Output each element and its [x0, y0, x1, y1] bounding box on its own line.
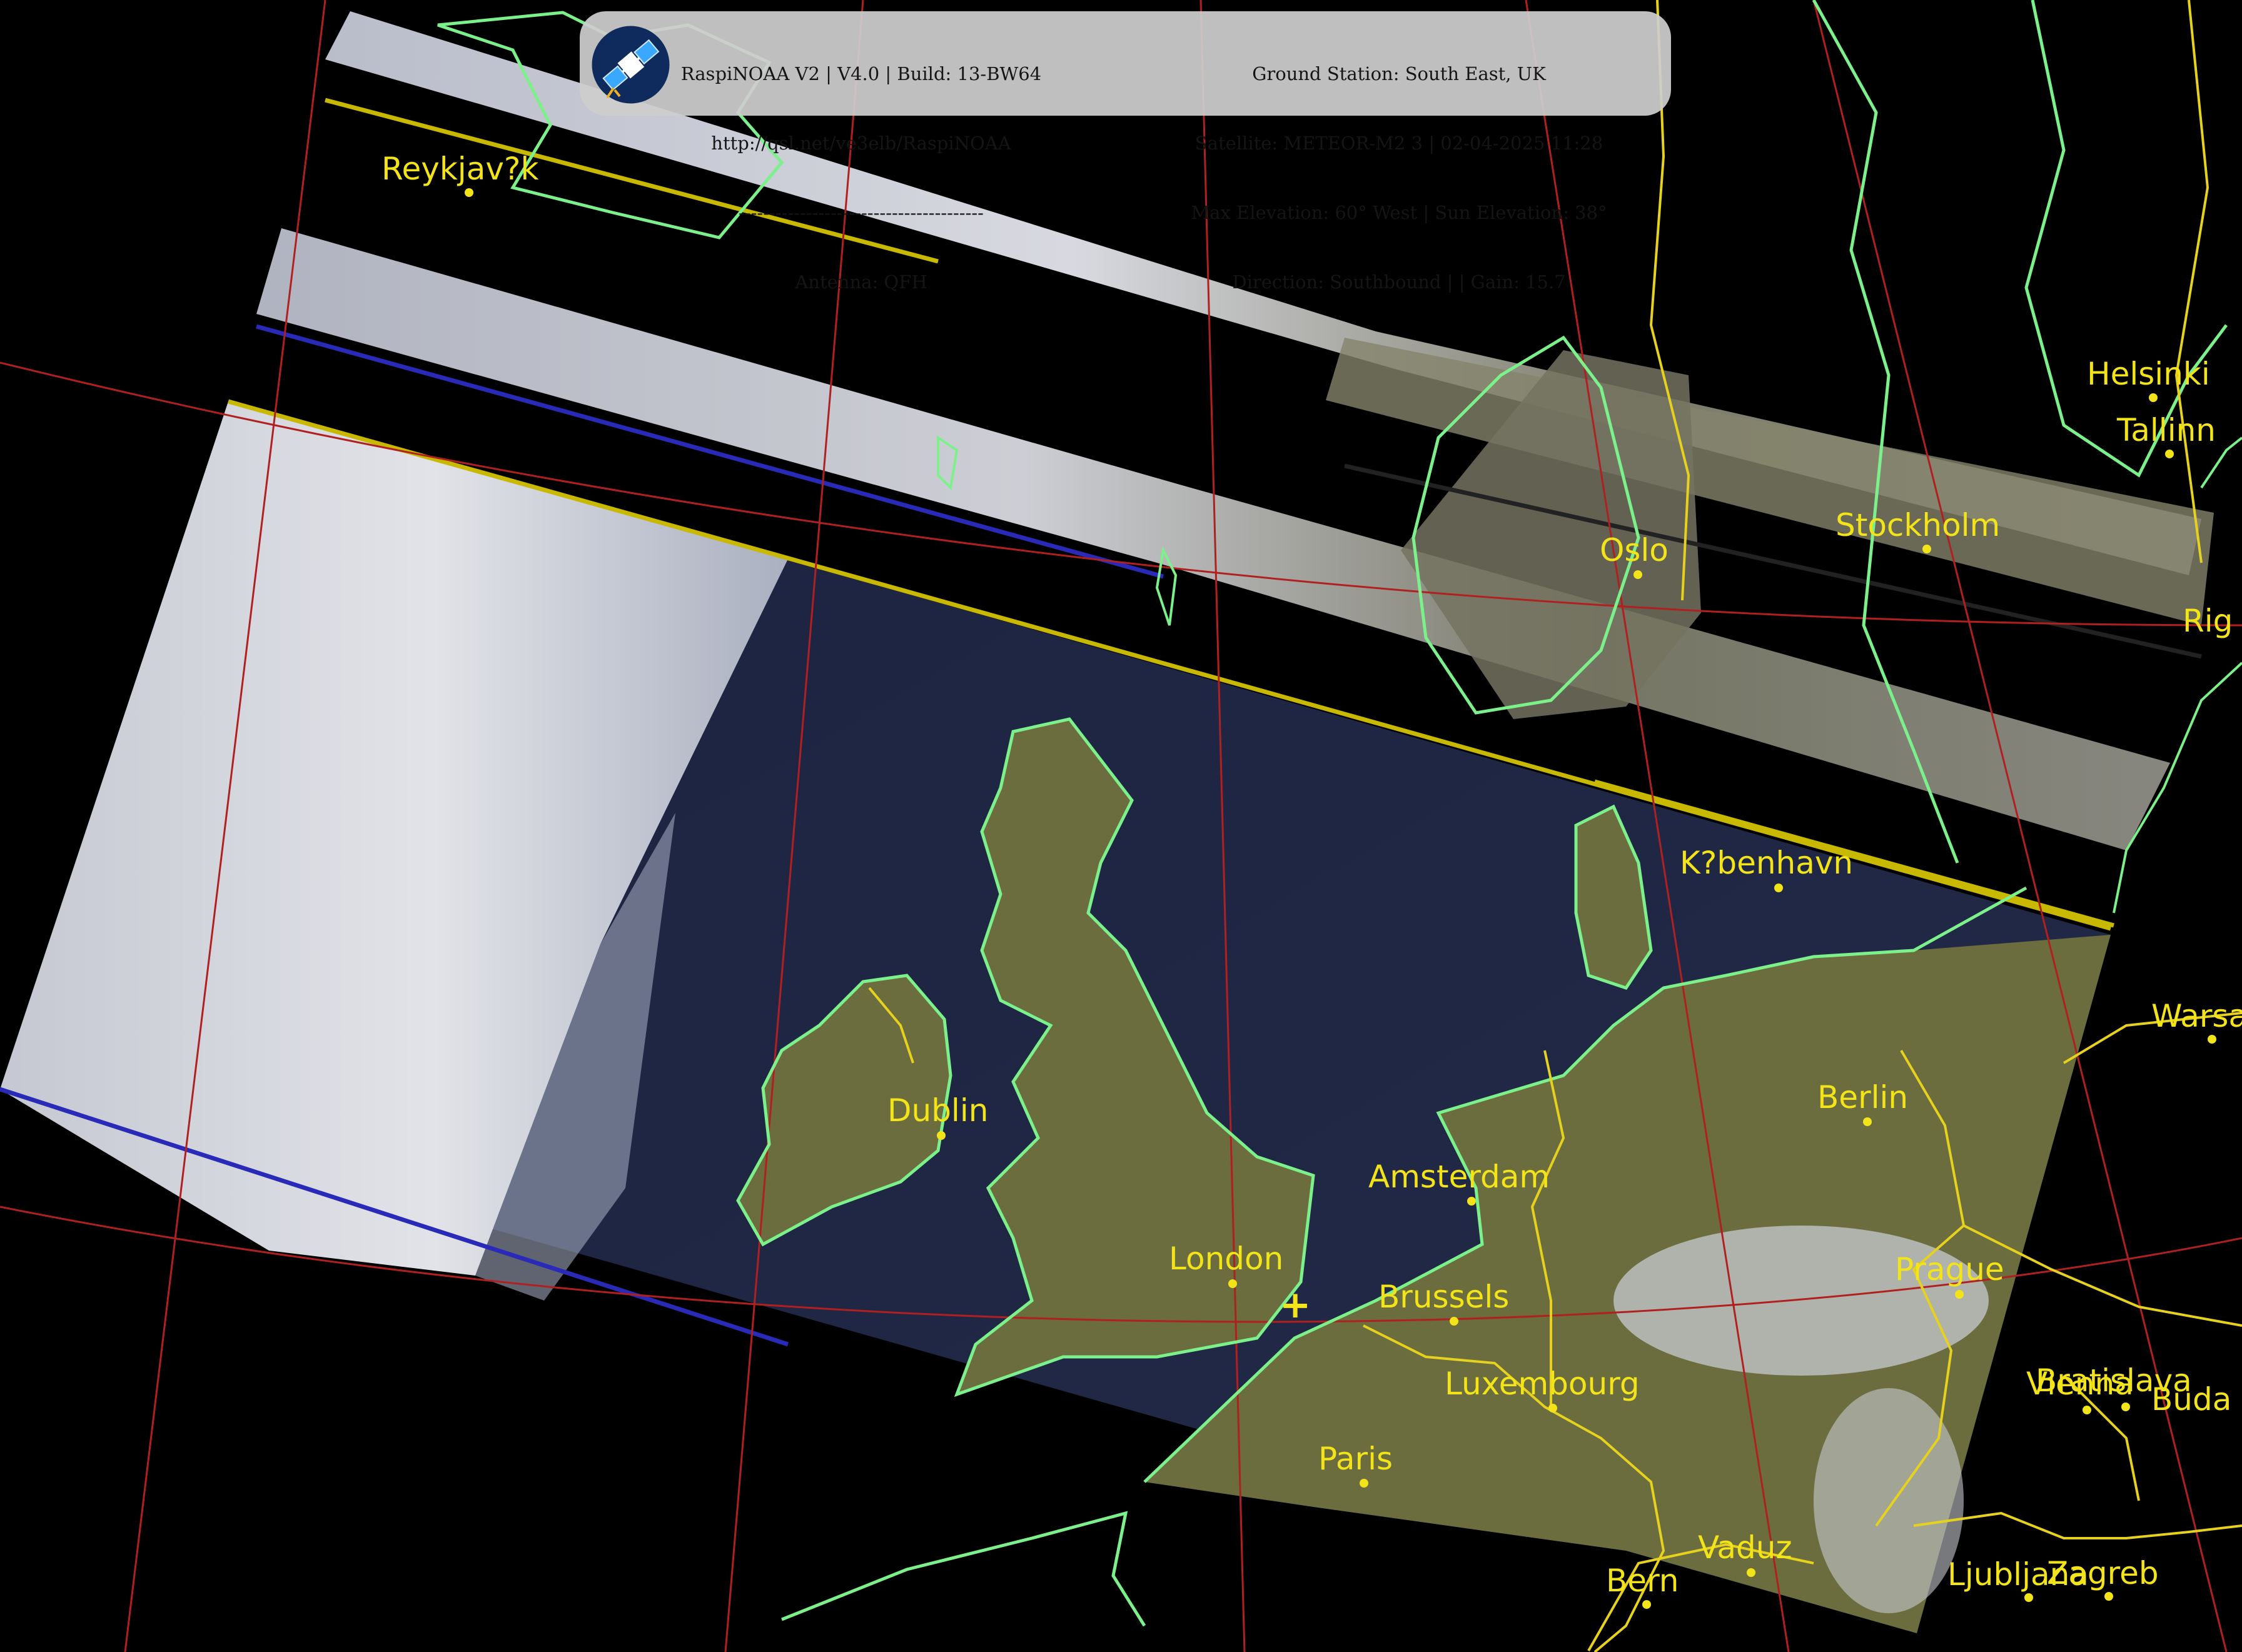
city-dot-berlin — [1863, 1117, 1872, 1126]
city-label-berlin: Berlin — [1817, 1079, 1909, 1116]
city-dot-amsterdam — [1467, 1197, 1476, 1206]
city-dot-kobenhavn — [1774, 884, 1783, 892]
city-label-budapest: Buda — [2151, 1381, 2232, 1418]
antenna-info: Antenna: QFH — [795, 271, 927, 293]
satellite-icon — [592, 26, 670, 104]
city-label-tallinn: Tallinn — [2117, 412, 2216, 448]
satellite-info: Satellite: METEOR-M2 3 | 02-04-2025 11:2… — [1194, 133, 1603, 154]
city-dot-ljubljana — [2024, 1593, 2033, 1602]
ground-station-info: Ground Station: South East, UK — [1252, 63, 1546, 84]
city-dot-luxembourg — [1548, 1404, 1557, 1413]
city-dot-tallinn — [2165, 450, 2174, 458]
city-label-zagreb: Zagreb — [2047, 1555, 2159, 1591]
city-dot-warsaw — [2208, 1035, 2216, 1044]
city-dot-stockholm — [1922, 545, 1931, 553]
city-dot-oslo — [1634, 570, 1642, 579]
city-dot-bern — [1642, 1600, 1651, 1609]
city-label-dublin: Dublin — [887, 1092, 989, 1129]
city-dot-paris — [1360, 1479, 1368, 1488]
city-label-warsaw: Warsa — [2151, 998, 2242, 1034]
city-label-amsterdam: Amsterdam — [1368, 1159, 1550, 1195]
city-label-reykjavik: Reykjav?k — [381, 151, 539, 187]
elevation-info: Max Elevation: 60° West | Sun Elevation:… — [1191, 202, 1607, 223]
city-dot-brussels — [1450, 1317, 1458, 1326]
pass-info-banner: RaspiNOAA V2 | V4.0 | Build: 13-BW64 htt… — [580, 11, 1671, 293]
city-label-bern: Bern — [1606, 1563, 1679, 1599]
city-label-kobenhavn: K?benhavn — [1680, 845, 1854, 881]
city-label-prague: Prague — [1895, 1251, 2004, 1287]
city-dot-london — [1228, 1279, 1237, 1288]
city-label-vaduz: Vaduz — [1698, 1529, 1792, 1566]
city-dot-helsinki — [2149, 393, 2158, 402]
ground-station-marker: + — [1280, 1283, 1311, 1327]
city-dot-vaduz — [1747, 1568, 1755, 1577]
city-label-helsinki: Helsinki — [2087, 356, 2210, 392]
main-swath — [0, 401, 2111, 1633]
header-left-info: RaspiNOAA V2 | V4.0 | Build: 13-BW64 htt… — [674, 16, 1049, 340]
city-label-brussels: Brussels — [1378, 1279, 1510, 1315]
city-dot-dublin — [937, 1131, 946, 1140]
city-dot-vienna — [2083, 1406, 2091, 1414]
satellite-map — [0, 0, 2242, 1652]
city-dot-prague — [1955, 1290, 1964, 1299]
direction-info: Direction: Southbound | | Gain: 15.7 — [1232, 271, 1566, 293]
city-label-luxembourg: Luxembourg — [1445, 1366, 1640, 1402]
website-url: http://qsl.net/ve3elb/RaspiNOAA — [711, 133, 1011, 154]
city-dot-zagreb — [2104, 1592, 2113, 1601]
header-right-info: Ground Station: South East, UK Satellite… — [1143, 16, 1655, 340]
city-dot-bratislava — [2121, 1403, 2130, 1411]
city-label-london: London — [1169, 1241, 1284, 1277]
city-label-paris: Paris — [1318, 1441, 1393, 1477]
build-info: RaspiNOAA V2 | V4.0 | Build: 13-BW64 — [680, 63, 1042, 84]
city-dot-reykjavik — [465, 188, 473, 197]
city-label-stockholm: Stockholm — [1836, 507, 2001, 543]
city-label-riga: Rig — [2183, 603, 2233, 639]
city-label-oslo: Oslo — [1600, 532, 1669, 568]
separator-line: ---------------------------------------- — [739, 202, 984, 223]
